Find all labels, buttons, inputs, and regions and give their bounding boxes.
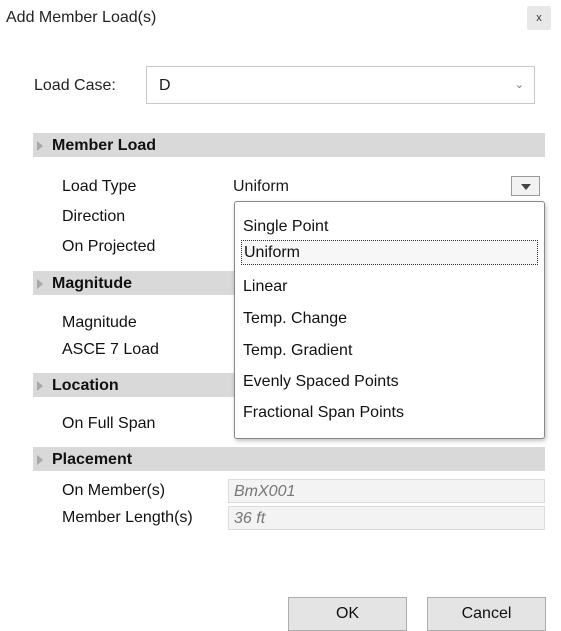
dropdown-option[interactable]: Temp. Change	[241, 307, 538, 332]
category-label: Placement	[52, 451, 133, 468]
load-type-value[interactable]: Uniform	[228, 175, 545, 199]
close-button[interactable]: x	[527, 6, 551, 30]
property-row-load-type[interactable]: Load Type Uniform	[33, 175, 545, 199]
load-case-label: Load Case:	[34, 77, 116, 94]
dropdown-option[interactable]: Evenly Spaced Points	[241, 370, 538, 395]
dropdown-option[interactable]: Temp. Gradient	[241, 339, 538, 364]
dropdown-option[interactable]: Linear	[241, 275, 538, 300]
chevron-down-icon: ⌄	[514, 79, 524, 91]
member-lengths-value: 36 ft	[228, 506, 545, 530]
property-name: Magnitude	[62, 314, 137, 331]
on-members-value: BmX001	[228, 479, 545, 503]
load-case-select[interactable]: D ⌄	[146, 66, 535, 104]
load-case-value: D	[159, 77, 171, 94]
category-label: Member Load	[52, 137, 157, 154]
load-type-dropdown-button[interactable]	[511, 176, 540, 196]
category-label: Magnitude	[52, 275, 132, 292]
property-name: ASCE 7 Load	[62, 341, 159, 358]
property-name: Member Length(s)	[62, 509, 193, 526]
property-row-member-lengths: Member Length(s) 36 ft	[33, 506, 545, 530]
dropdown-option-selected[interactable]: Uniform	[241, 240, 538, 265]
property-name: Direction	[62, 208, 126, 225]
property-name: On Full Span	[62, 415, 156, 432]
dropdown-arrow-icon	[521, 184, 531, 190]
close-icon: x	[536, 12, 542, 24]
expand-triangle-icon[interactable]	[37, 279, 43, 289]
category-placement[interactable]: Placement	[33, 447, 545, 471]
ok-button[interactable]: OK	[288, 597, 407, 631]
property-name: Load Type	[62, 178, 137, 195]
property-name: On Member(s)	[62, 482, 166, 499]
category-label: Location	[52, 377, 119, 394]
expand-triangle-icon[interactable]	[37, 141, 43, 151]
expand-triangle-icon[interactable]	[37, 381, 43, 391]
expand-triangle-icon[interactable]	[37, 455, 43, 465]
property-name: On Projected	[62, 238, 156, 255]
category-member-load[interactable]: Member Load	[33, 133, 545, 157]
dropdown-option[interactable]: Single Point	[241, 215, 538, 240]
dropdown-option[interactable]: Fractional Span Points	[241, 401, 538, 426]
property-row-on-members: On Member(s) BmX001	[33, 479, 545, 503]
dialog-title: Add Member Load(s)	[6, 9, 157, 26]
load-type-dropdown-list[interactable]: Single Point Uniform Linear Temp. Change…	[234, 201, 545, 439]
cancel-button[interactable]: Cancel	[427, 597, 546, 631]
